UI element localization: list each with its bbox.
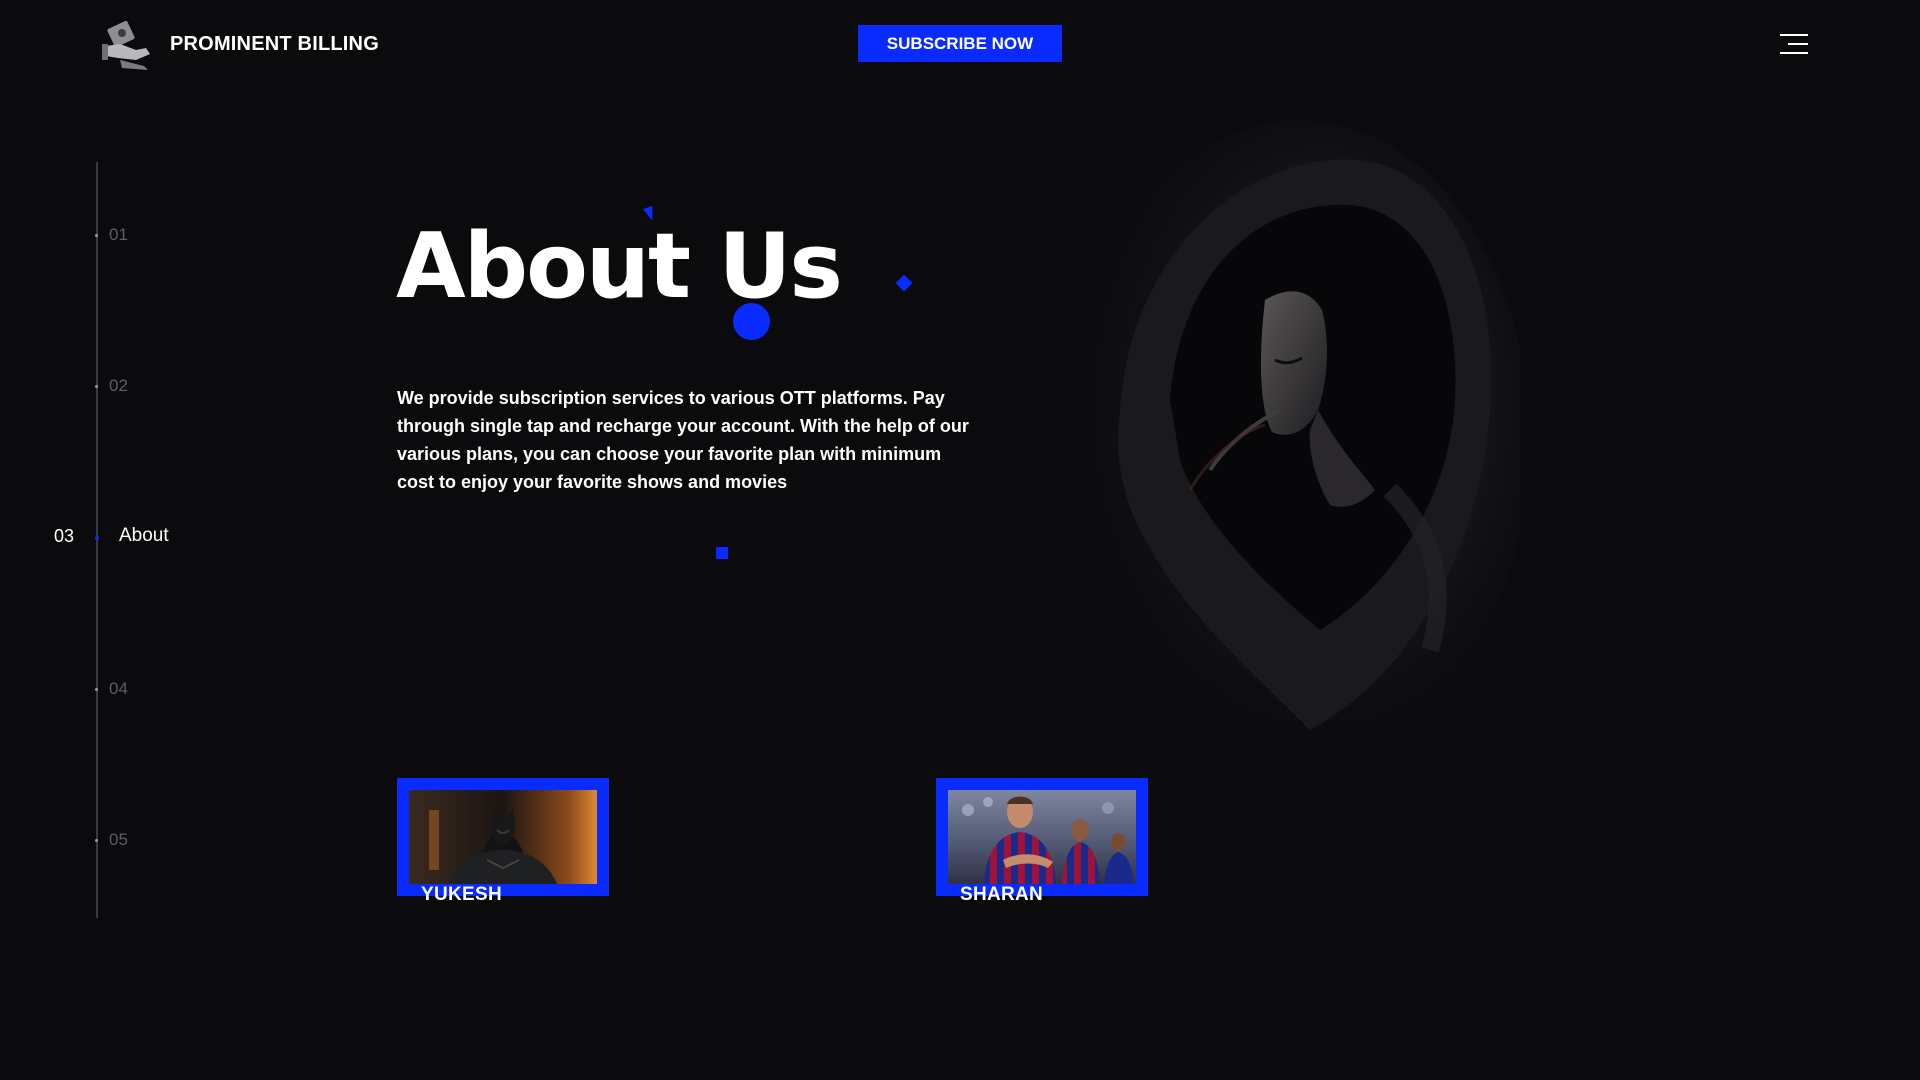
pager-dot <box>95 687 98 691</box>
pager-number: 03 <box>54 526 75 546</box>
batman-character-photo <box>409 790 597 884</box>
page-title: About Us <box>396 214 843 319</box>
brand-name: PROMINENT BILLING <box>170 32 379 55</box>
decorative-diamond <box>895 274 913 292</box>
decorative-square <box>716 547 728 559</box>
pager-number: 05 <box>109 830 128 849</box>
pager-track <box>96 162 98 918</box>
hamburger-menu-icon[interactable] <box>1776 30 1808 58</box>
team-card-sharan[interactable]: SHARAN <box>936 778 1148 905</box>
hooded-figure-image <box>1070 120 1520 760</box>
brand[interactable]: PROMINENT BILLING <box>100 16 379 72</box>
subscribe-now-button[interactable]: SUBSCRIBE NOW <box>858 25 1062 62</box>
hand-money-icon <box>102 20 150 70</box>
pager-dot <box>95 233 98 237</box>
pager-dot <box>95 384 98 388</box>
team-member-name: YUKESH <box>421 884 502 905</box>
team-card-yukesh[interactable]: YUKESH <box>397 778 609 905</box>
pager-number: 04 <box>109 679 128 698</box>
decorative-circle <box>733 303 770 340</box>
pager-active-dot <box>95 536 99 540</box>
footballer-photo <box>948 790 1136 884</box>
team-member-name: SHARAN <box>960 884 1044 905</box>
about-description: We provide subscription services to vari… <box>397 388 969 492</box>
about-page: PROMINENT BILLING SUBSCRIBE NOW 01 02 03… <box>0 0 1920 1080</box>
pager-number: 01 <box>109 225 128 244</box>
pager-dot <box>95 838 98 842</box>
pager-number: 02 <box>109 376 128 395</box>
pager-label-about: About <box>119 525 169 546</box>
